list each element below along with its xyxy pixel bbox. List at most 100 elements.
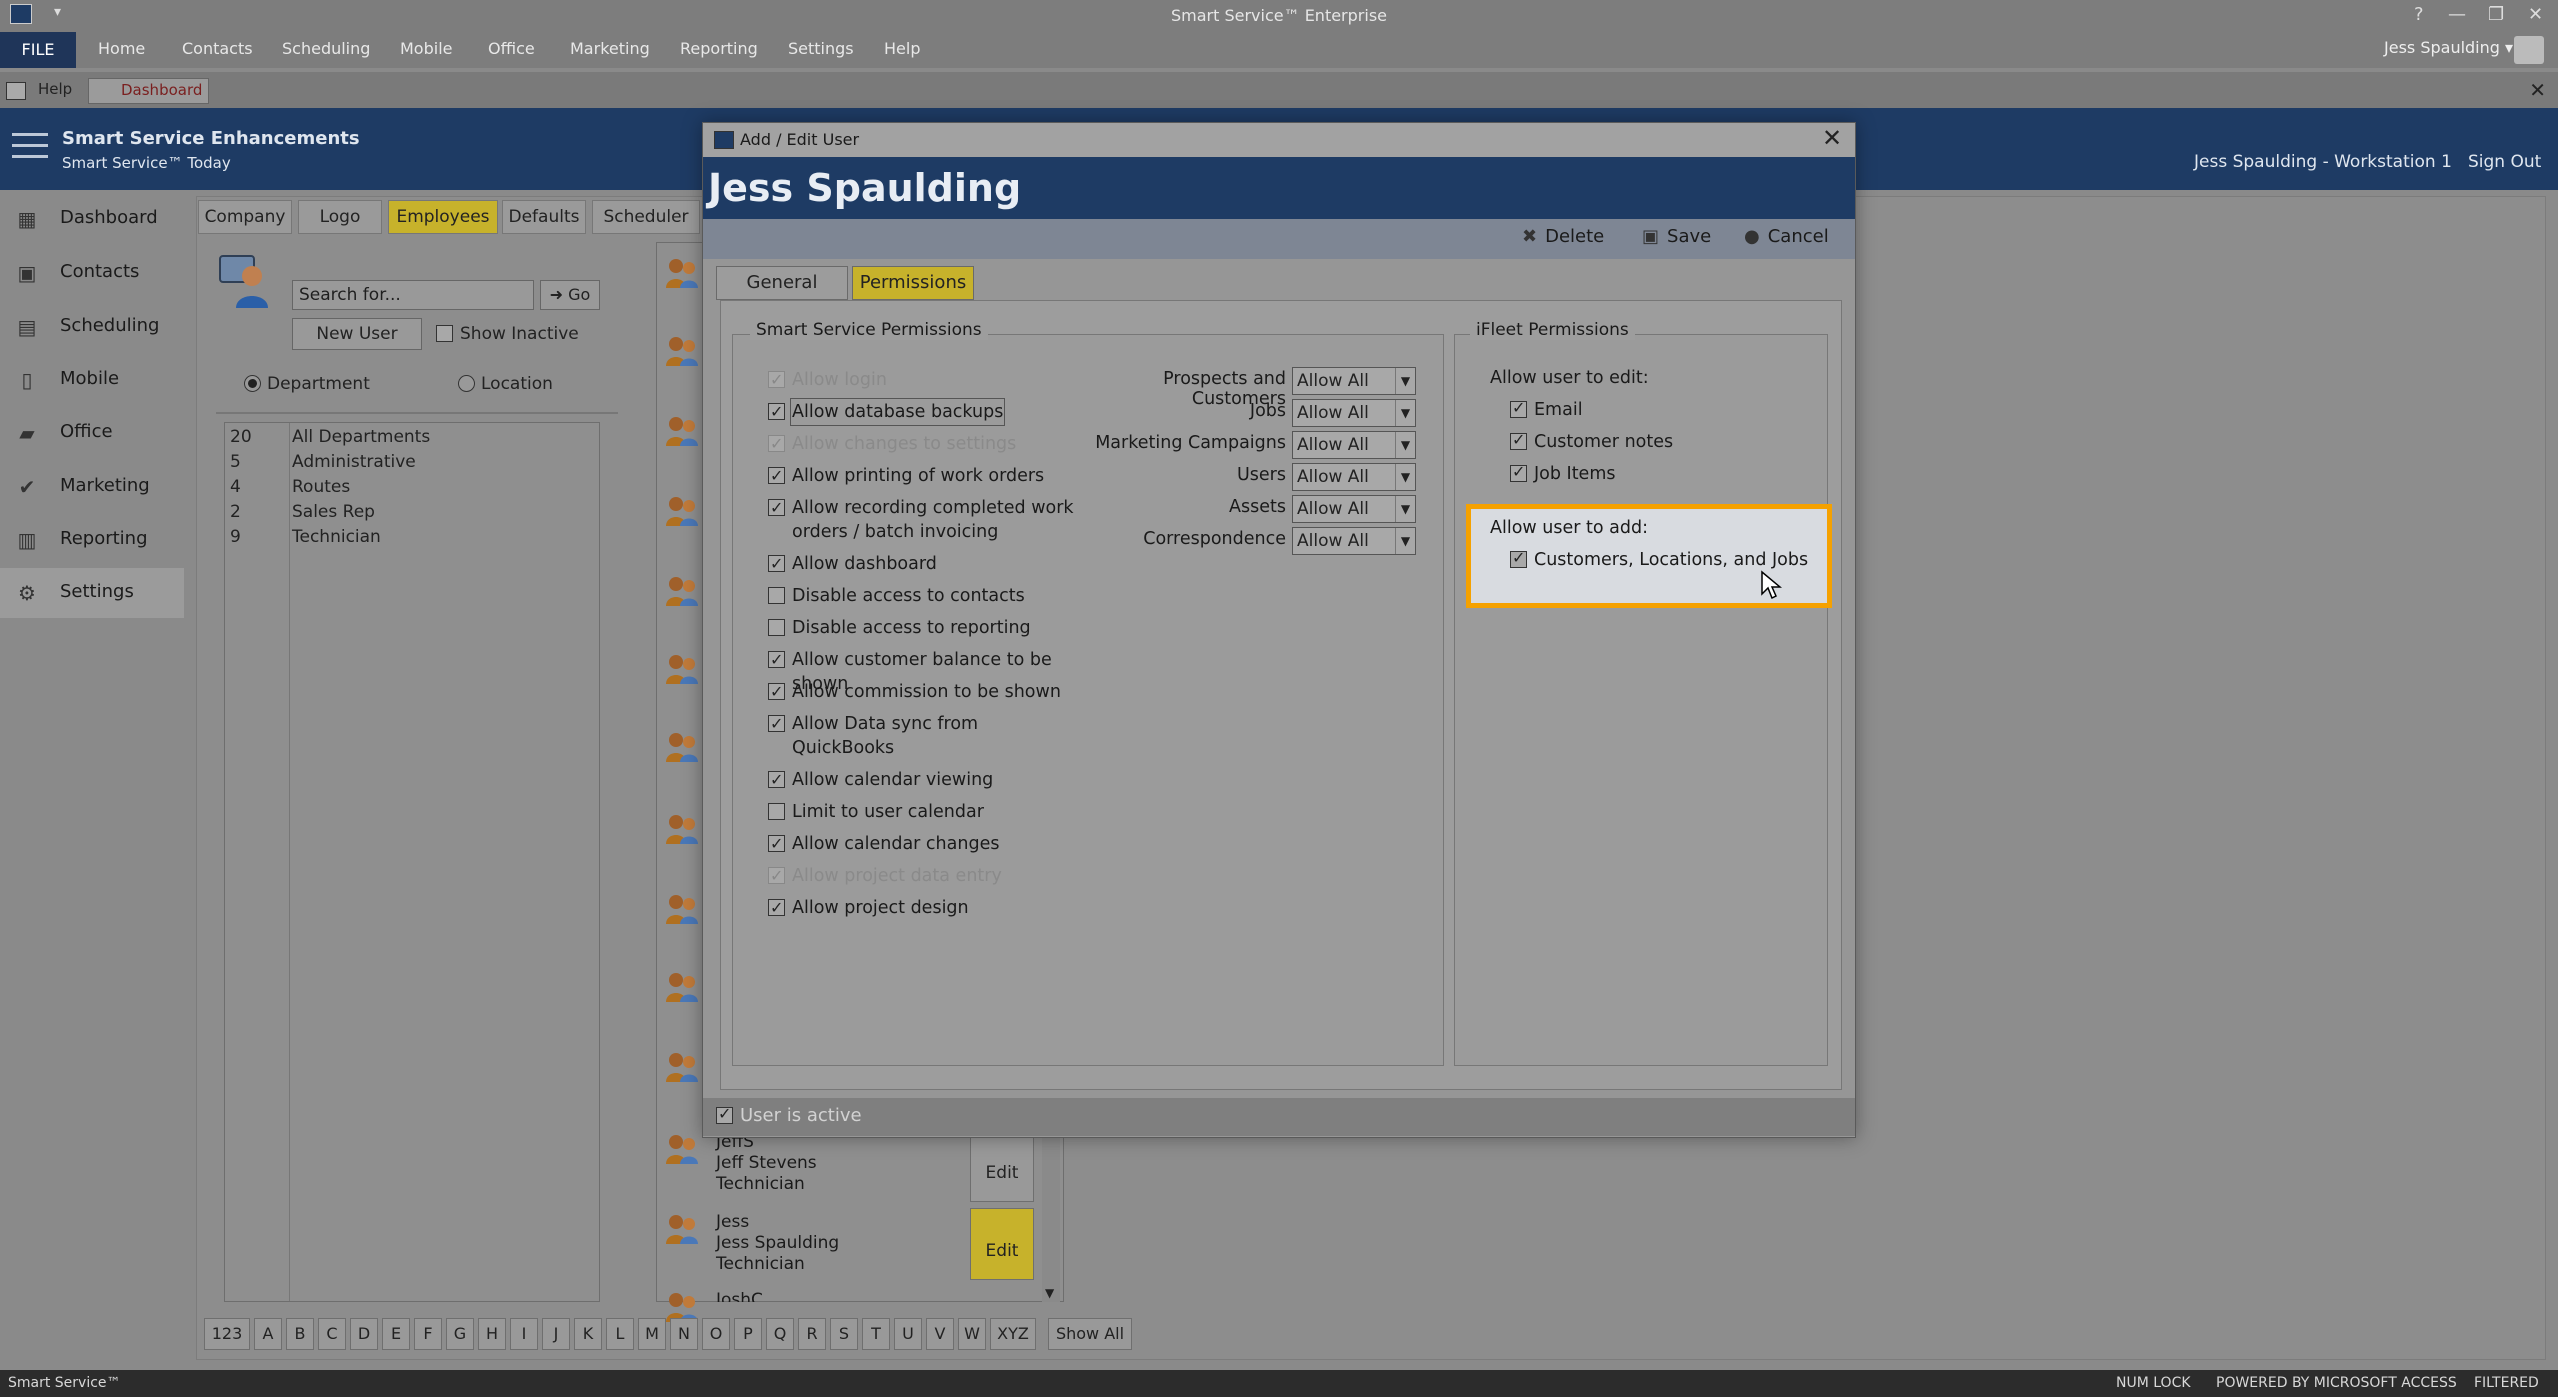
alphabet-filter-button[interactable]: W (958, 1318, 986, 1350)
permission-select[interactable]: Allow All ▼ (1292, 495, 1416, 523)
alphabet-filter-button[interactable]: A (254, 1318, 282, 1350)
alphabet-filter-button[interactable]: Q (766, 1318, 794, 1350)
close-icon[interactable]: ✕ (1822, 124, 1842, 152)
permission-checkbox[interactable]: Disable access to reporting (768, 616, 1088, 640)
sidebar-item-contacts[interactable]: ▣ Contacts (0, 248, 184, 298)
file-menu[interactable]: FILE (0, 32, 76, 68)
sidebar-item-marketing[interactable]: ✔ Marketing (0, 462, 184, 512)
edit-button[interactable]: Edit (970, 1208, 1034, 1280)
permission-select[interactable]: Allow All ▼ (1292, 367, 1416, 395)
tab-company[interactable]: Company (198, 200, 292, 234)
alphabet-filter-button[interactable]: H (478, 1318, 506, 1350)
tab-logo[interactable]: Logo (298, 200, 382, 234)
sidebar-item-settings[interactable]: ⚙ Settings (0, 568, 184, 618)
cancel-button[interactable]: ● Cancel (1744, 226, 1829, 247)
menu-mobile[interactable]: Mobile (400, 39, 452, 58)
menu-home[interactable]: Home (98, 39, 145, 58)
tab-scheduler[interactable]: Scheduler (592, 200, 700, 234)
alphabet-filter-button[interactable]: C (318, 1318, 346, 1350)
permission-checkbox[interactable]: Allow calendar changes (768, 832, 1088, 856)
save-button[interactable]: ▣ Save (1642, 226, 1711, 247)
alphabet-filter-button[interactable]: S (830, 1318, 858, 1350)
alphabet-filter-button[interactable]: N (670, 1318, 698, 1350)
show-inactive-checkbox[interactable]: Show Inactive (436, 324, 579, 344)
alphabet-filter-button[interactable]: I (510, 1318, 538, 1350)
permission-checkbox[interactable]: Allow calendar viewing (768, 768, 1088, 792)
doc-tab-dashboard[interactable]: Dashboard (88, 78, 210, 104)
permission-checkbox[interactable]: Allow Data sync from QuickBooks (768, 712, 1088, 760)
permission-checkbox[interactable]: Allow database backups (768, 398, 1088, 426)
permission-checkbox[interactable]: Limit to user calendar (768, 800, 1088, 824)
permission-checkbox[interactable]: Allow commission to be shown (768, 680, 1088, 704)
tab-defaults[interactable]: Defaults (502, 200, 586, 234)
go-button[interactable]: ➜ Go (540, 280, 600, 310)
alphabet-filter-button[interactable]: J (542, 1318, 570, 1350)
chevron-down-icon[interactable]: ▼ (1045, 1286, 1054, 1300)
alphabet-filter-button[interactable]: B (286, 1318, 314, 1350)
sidebar-item-mobile[interactable]: ▯ Mobile (0, 355, 184, 405)
alphabet-filter-button[interactable]: T (862, 1318, 890, 1350)
alphabet-filter-button[interactable]: L (606, 1318, 634, 1350)
hamburger-menu-icon[interactable] (12, 133, 48, 161)
sidebar-item-scheduling[interactable]: ▤ Scheduling (0, 302, 184, 352)
search-input[interactable]: Search for... (292, 280, 534, 310)
restore-button[interactable]: ❐ (2488, 4, 2504, 25)
list-item[interactable]: 9 Technician (230, 527, 590, 552)
fleet-edit-email-checkbox[interactable]: Email (1510, 398, 1583, 420)
sidebar-item-office[interactable]: ▰ Office (0, 408, 184, 458)
delete-button[interactable]: ✖ Delete (1522, 226, 1604, 247)
alphabet-filter-button[interactable]: Show All (1048, 1318, 1132, 1350)
alphabet-filter-button[interactable]: 123 (204, 1318, 250, 1350)
user-is-active-checkbox[interactable]: User is active (716, 1104, 862, 1126)
permission-checkbox[interactable]: Allow printing of work orders (768, 464, 1088, 488)
location-radio[interactable]: Location (458, 374, 553, 394)
employee-row[interactable]: Jess Jess Spaulding Technician (716, 1212, 839, 1275)
avatar[interactable] (2514, 36, 2544, 64)
department-radio[interactable]: Department (244, 374, 370, 394)
menu-marketing[interactable]: Marketing (570, 39, 650, 58)
alphabet-filter-button[interactable]: E (382, 1318, 410, 1350)
alphabet-filter-button[interactable]: M (638, 1318, 666, 1350)
doc-tab-help[interactable]: Help (8, 78, 78, 104)
menu-settings[interactable]: Settings (788, 39, 854, 58)
list-item[interactable]: 4 Routes (230, 477, 590, 502)
permission-select[interactable]: Allow All ▼ (1292, 463, 1416, 491)
minimize-button[interactable]: — (2448, 4, 2466, 25)
tab-permissions[interactable]: Permissions (852, 266, 974, 300)
menu-help[interactable]: Help (884, 39, 920, 58)
sidebar-item-reporting[interactable]: ▥ Reporting (0, 515, 184, 565)
fleet-edit-customer-notes-checkbox[interactable]: Customer notes (1510, 430, 1673, 452)
permission-checkbox[interactable]: Disable access to contacts (768, 584, 1088, 608)
scrollbar[interactable]: ▼ (1042, 1124, 1060, 1302)
alphabet-filter-button[interactable]: P (734, 1318, 762, 1350)
employee-row[interactable]: JoshC (716, 1290, 763, 1302)
edit-button[interactable]: Edit (970, 1130, 1034, 1202)
permission-select[interactable]: Allow All ▼ (1292, 527, 1416, 555)
alphabet-filter-button[interactable]: XYZ (990, 1318, 1036, 1350)
permission-checkbox[interactable]: Allow dashboard (768, 552, 1088, 576)
permission-select[interactable]: Allow All ▼ (1292, 431, 1416, 459)
user-menu[interactable]: Jess Spaulding ▾ (2384, 38, 2513, 57)
tab-employees[interactable]: Employees (388, 200, 498, 234)
menu-contacts[interactable]: Contacts (182, 39, 253, 58)
list-item[interactable]: 20 All Departments (230, 427, 590, 452)
permission-select[interactable]: Allow All ▼ (1292, 399, 1416, 427)
list-item[interactable]: 5 Administrative (230, 452, 590, 477)
employee-row[interactable]: JeffS Jeff Stevens Technician (716, 1132, 817, 1195)
fleet-add-customers-checkbox[interactable]: Customers, Locations, and Jobs (1510, 548, 1808, 570)
new-user-button[interactable]: New User (292, 318, 422, 350)
sign-out-link[interactable]: Sign Out (2468, 152, 2541, 172)
menu-office[interactable]: Office (488, 39, 535, 58)
permission-checkbox[interactable]: Allow project design (768, 896, 1088, 920)
help-icon[interactable]: ? (2414, 4, 2424, 25)
close-window-button[interactable]: ✕ (2528, 4, 2543, 25)
alphabet-filter-button[interactable]: V (926, 1318, 954, 1350)
menu-reporting[interactable]: Reporting (680, 39, 758, 58)
alphabet-filter-button[interactable]: U (894, 1318, 922, 1350)
alphabet-filter-button[interactable]: F (414, 1318, 442, 1350)
alphabet-filter-button[interactable]: O (702, 1318, 730, 1350)
alphabet-filter-button[interactable]: G (446, 1318, 474, 1350)
menu-scheduling[interactable]: Scheduling (282, 39, 370, 58)
tab-general[interactable]: General (716, 266, 848, 300)
permission-checkbox[interactable]: Allow recording completed work orders / … (768, 496, 1088, 544)
